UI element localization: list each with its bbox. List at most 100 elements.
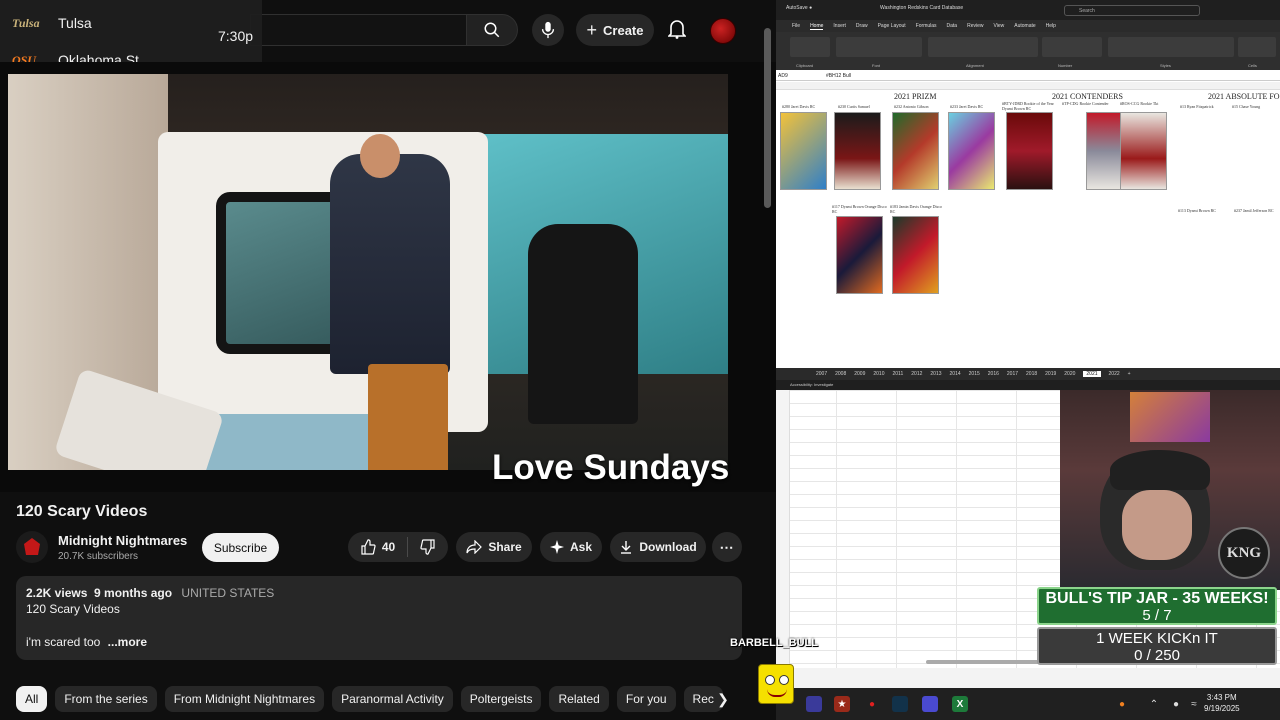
share-button[interactable]: Share [456, 532, 532, 562]
sheet-tab[interactable]: 2019 [1045, 371, 1056, 377]
sheet-tab[interactable]: 2017 [1007, 371, 1018, 377]
thumbs-up-icon[interactable] [360, 539, 376, 555]
card-image[interactable] [892, 216, 939, 294]
tab-file[interactable]: File [792, 23, 800, 29]
app-icon[interactable] [892, 696, 908, 712]
country: UNITED STATES [181, 586, 275, 600]
sheet-tab[interactable]: 2020 [1064, 371, 1075, 377]
section-title: 2021 CONTENDERS [1052, 92, 1123, 101]
card-image[interactable] [948, 112, 995, 190]
horizontal-scrollbar[interactable] [926, 660, 1046, 664]
tab-draw[interactable]: Draw [856, 23, 868, 29]
subscribe-button[interactable]: Subscribe [202, 533, 279, 562]
account-avatar[interactable] [710, 18, 736, 44]
scrollbar[interactable] [764, 28, 771, 208]
king-badge: KNG [1218, 527, 1270, 579]
card-image[interactable] [836, 216, 883, 294]
sheet-tab[interactable]: 2009 [854, 371, 865, 377]
status-bar: Accessibility: Investigate [776, 380, 1280, 390]
sheet-tab[interactable]: 2008 [835, 371, 846, 377]
sheet-tab[interactable]: 2016 [988, 371, 999, 377]
worksheet[interactable]: 2021 PRIZM 2021 CONTENDERS 2021 ABSOLUTE… [776, 90, 1280, 368]
download-button[interactable]: Download [610, 532, 706, 562]
excel-window: AutoSave ● Washington Redskins Card Data… [776, 0, 1280, 390]
tab-page-layout[interactable]: Page Layout [878, 23, 906, 29]
search-input[interactable] [250, 14, 466, 46]
ask-button[interactable]: Ask [540, 532, 602, 562]
tab-formulas[interactable]: Formulas [916, 23, 937, 29]
description-text: i'm scared too ...more [26, 635, 147, 649]
excel-taskbar-icon[interactable]: X [952, 696, 968, 712]
sheet-tab[interactable]: 2011 [893, 371, 904, 377]
show-more-link[interactable]: ...more [108, 635, 147, 649]
clipboard-group[interactable] [790, 37, 830, 57]
tip-jar-overlay: BULL'S TIP JAR - 35 WEEKS! 5 / 7 [1037, 587, 1277, 625]
game-time: 7:30p [218, 28, 254, 44]
create-button[interactable]: + Create [576, 14, 654, 46]
chip-poltergeists[interactable]: Poltergeists [460, 686, 542, 712]
chips-next-button[interactable]: ❯ [712, 688, 734, 710]
like-count[interactable]: 40 [382, 540, 395, 554]
number-group[interactable] [1042, 37, 1102, 57]
search-button[interactable] [466, 14, 518, 46]
cells-group[interactable] [1238, 37, 1276, 57]
chip-from-channel[interactable]: From Midnight Nightmares [164, 686, 325, 712]
tab-home[interactable]: Home [810, 23, 824, 30]
group-label: Cells [1248, 63, 1257, 68]
like-dislike-group: 40 [348, 532, 448, 562]
sheet-tab[interactable]: 2010 [873, 371, 884, 377]
wifi-icon[interactable]: ≈ [1186, 696, 1202, 712]
chip-all[interactable]: All [16, 686, 48, 712]
channel-avatar[interactable] [16, 531, 48, 563]
microphone-icon[interactable]: ● [1168, 696, 1184, 712]
app-icon[interactable] [922, 696, 938, 712]
tab-data[interactable]: Data [947, 23, 958, 29]
app-icon[interactable]: ★ [834, 696, 850, 712]
card-image[interactable] [1006, 112, 1053, 190]
sheet-tab[interactable]: 2007 [816, 371, 827, 377]
styles-group[interactable] [1108, 37, 1234, 57]
name-box[interactable]: AD9 [778, 73, 788, 79]
app-icon[interactable]: ● [864, 696, 880, 712]
notification-icon[interactable]: ● [1114, 696, 1130, 712]
channel-name[interactable]: Midnight Nightmares [58, 533, 187, 548]
chip-from-series[interactable]: From the series [55, 686, 157, 712]
chevron-up-icon[interactable]: ⌃ [1146, 696, 1162, 712]
card-image[interactable] [780, 112, 827, 190]
sheet-tab[interactable]: 2022 [1109, 371, 1120, 377]
microphone-icon [541, 21, 555, 39]
thumbs-down-icon[interactable] [420, 539, 436, 555]
system-clock[interactable]: 3:43 PM 9/19/2025 [1204, 692, 1240, 714]
video-player[interactable] [0, 62, 776, 492]
more-actions-button[interactable]: ⋯ [712, 532, 742, 562]
sheet-tab[interactable]: 2012 [911, 371, 922, 377]
sparkle-icon [549, 540, 564, 554]
sheet-tab[interactable]: 2018 [1026, 371, 1037, 377]
chip-paranormal-activity[interactable]: Paranormal Activity [332, 686, 453, 712]
sheet-tab[interactable]: 2015 [969, 371, 980, 377]
formula-bar[interactable]: AD9 #BH12 Bull [776, 71, 1280, 81]
notifications-button[interactable] [664, 16, 690, 42]
card-image[interactable] [892, 112, 939, 190]
chip-for-you[interactable]: For you [616, 686, 676, 712]
chip-related[interactable]: Related [549, 686, 609, 712]
formula-content[interactable]: #BH12 Bull [826, 73, 851, 79]
card-image[interactable] [1120, 112, 1167, 190]
app-icon[interactable] [806, 696, 822, 712]
tab-review[interactable]: Review [967, 23, 983, 29]
description-box[interactable]: 2.2K views 9 months ago UNITED STATES 12… [16, 576, 742, 660]
sheet-tab[interactable]: 2013 [930, 371, 941, 377]
font-group[interactable] [836, 37, 922, 57]
tab-automate[interactable]: Automate [1014, 23, 1035, 29]
tab-insert[interactable]: Insert [833, 23, 846, 29]
card-image[interactable] [834, 112, 881, 190]
clock-date: 9/19/2025 [1204, 704, 1240, 713]
tab-view[interactable]: View [994, 23, 1005, 29]
sheet-tab[interactable]: 2014 [950, 371, 961, 377]
alignment-group[interactable] [928, 37, 1038, 57]
tab-help[interactable]: Help [1046, 23, 1056, 29]
voice-search-button[interactable] [532, 14, 564, 46]
excel-search[interactable]: Search [1064, 5, 1200, 16]
add-sheet-button[interactable]: + [1128, 371, 1131, 377]
sheet-tab-active[interactable]: 2021 [1083, 371, 1101, 377]
